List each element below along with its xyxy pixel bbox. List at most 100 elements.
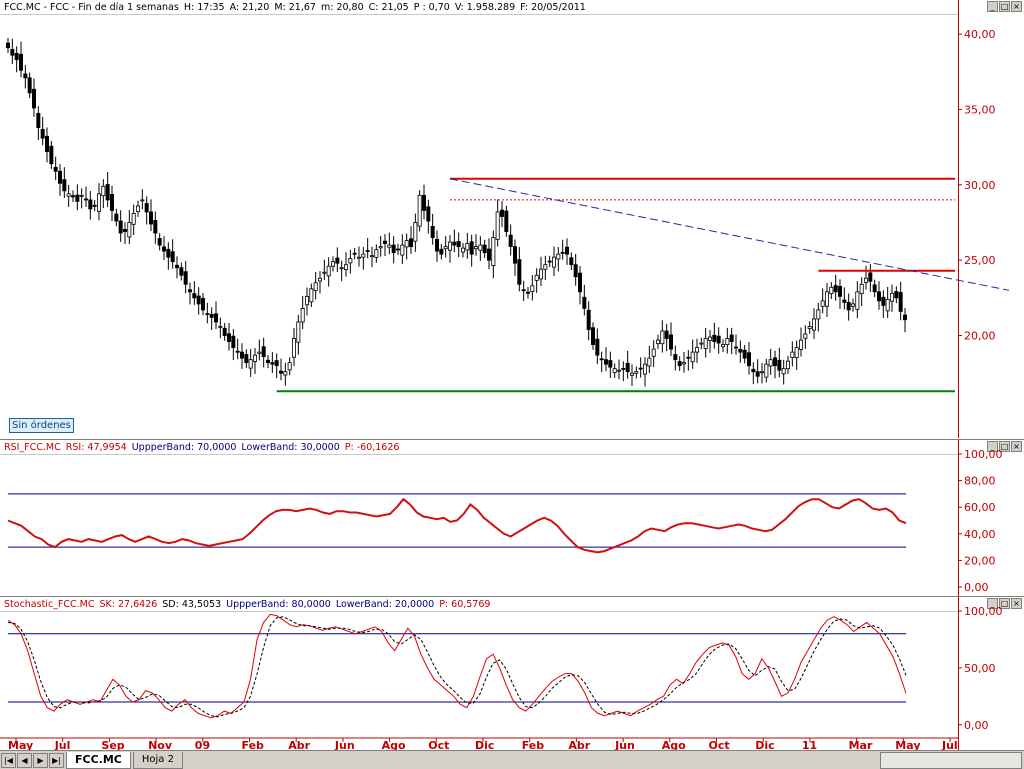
candle-body xyxy=(673,354,678,361)
candle-body xyxy=(565,246,570,255)
candle-body xyxy=(6,42,11,49)
stochastic-chart[interactable]: 100,0050,000,00May Jul Sep Nov 09 Feb Abr Jun Ag… xyxy=(0,597,1024,752)
candle-body xyxy=(157,238,162,246)
candle-body xyxy=(846,301,851,311)
candle-body xyxy=(378,246,383,249)
candle-body xyxy=(742,349,747,359)
price-ytick-label-3: 25,00 xyxy=(964,254,996,267)
candle-body xyxy=(729,334,734,342)
candle-body xyxy=(387,244,392,248)
candle-body xyxy=(617,369,622,372)
last-sheet-icon[interactable]: ▶| xyxy=(49,752,64,768)
candle-body xyxy=(97,193,102,212)
candle-body xyxy=(794,347,799,358)
horizontal-scrollbar[interactable] xyxy=(880,751,1022,769)
candle-body xyxy=(309,288,314,303)
candle-body xyxy=(304,295,309,306)
candle-body xyxy=(543,264,548,270)
candle-body xyxy=(604,359,609,365)
candle-body xyxy=(599,358,604,361)
candle-body xyxy=(40,128,45,139)
candle-body xyxy=(274,360,279,367)
candle-body xyxy=(807,326,812,330)
candle-body xyxy=(270,362,275,365)
price-pane: FCC.MC - FCC - Fin de día 1 semanas H: 17… xyxy=(0,0,1024,438)
candle-body xyxy=(408,238,413,248)
candle-body xyxy=(591,327,596,345)
sheet-bar: |◀ ◀ ▶ ▶| FCC.MC Hoja 2 xyxy=(0,750,1024,769)
candle-body xyxy=(27,77,32,94)
candle-body xyxy=(365,250,370,252)
candle-body xyxy=(842,299,847,303)
candle-body xyxy=(330,261,335,267)
candle-body xyxy=(660,330,665,345)
candle-body xyxy=(287,362,292,371)
candle-body xyxy=(53,166,58,172)
candle-body xyxy=(825,291,830,307)
candle-body xyxy=(135,205,140,213)
candle-body xyxy=(421,194,426,211)
candle-body xyxy=(400,244,405,256)
price-chart[interactable]: 40,00 35,00 30,00 25,00 20,00 xyxy=(0,0,1024,438)
candle-body xyxy=(58,170,63,184)
candle-body xyxy=(495,211,500,240)
candle-body xyxy=(669,334,674,350)
candle-body xyxy=(417,194,422,227)
candle-body xyxy=(712,334,717,342)
price-ytick-label-4: 20,00 xyxy=(964,330,996,343)
candle-body xyxy=(703,338,708,349)
candle-body xyxy=(88,199,93,210)
candle-body xyxy=(473,246,478,250)
stoch-ytick-label-2: 0,00 xyxy=(964,719,989,732)
sheet-tab-hoja2[interactable]: Hoja 2 xyxy=(132,751,183,769)
candle-body xyxy=(578,272,583,293)
candle-body xyxy=(859,283,864,295)
candle-body xyxy=(686,356,691,359)
candle-body xyxy=(452,241,457,246)
rsi-ytick-label-1: 80,00 xyxy=(964,475,996,488)
sheet-tab-fcc[interactable]: FCC.MC xyxy=(66,751,131,769)
candle-body xyxy=(903,314,908,321)
candle-body xyxy=(838,285,843,297)
candle-body xyxy=(582,296,587,309)
orders-badge[interactable]: Sin órdenes xyxy=(9,418,74,433)
candle-body xyxy=(539,268,544,280)
candle-body xyxy=(460,247,465,253)
candle-body xyxy=(469,241,474,255)
candle-body xyxy=(690,351,695,363)
candle-body xyxy=(127,222,132,238)
candle-body xyxy=(23,73,28,79)
stoch-ytick-label-0: 100,00 xyxy=(964,605,1003,618)
rsi-ytick-label-3: 40,00 xyxy=(964,528,996,541)
candle-body xyxy=(382,240,387,244)
candle-body xyxy=(526,291,531,294)
candle-body xyxy=(114,213,119,222)
prev-sheet-icon[interactable]: ◀ xyxy=(17,752,32,768)
candle-body xyxy=(812,318,817,331)
candle-body xyxy=(777,359,782,371)
candle-body xyxy=(625,362,630,373)
candle-body xyxy=(10,49,15,56)
candle-body xyxy=(348,258,353,264)
rsi-pane: RSI_FCC.MC RSI: 47,9954 UppperBand: 70,000… xyxy=(0,439,1024,596)
rsi-ytick-label-2: 60,00 xyxy=(964,501,996,514)
candle-body xyxy=(868,272,873,282)
candle-body xyxy=(283,371,288,376)
first-sheet-icon[interactable]: |◀ xyxy=(1,752,16,768)
candle-body xyxy=(773,357,778,367)
candle-body xyxy=(218,326,223,328)
rsi-chart[interactable]: 100,00 80,00 60,00 40,00 20,00 0,00 xyxy=(0,440,1024,597)
candle-body xyxy=(45,135,50,153)
candle-body xyxy=(634,371,639,374)
candle-body xyxy=(84,198,89,201)
candle-body xyxy=(682,362,687,365)
candle-body xyxy=(166,248,171,258)
candle-body xyxy=(890,292,895,302)
candle-body xyxy=(71,195,76,198)
candle-body xyxy=(66,193,71,197)
next-sheet-icon[interactable]: ▶ xyxy=(33,752,48,768)
candle-body xyxy=(855,291,860,310)
candle-body xyxy=(829,286,834,295)
candle-body xyxy=(877,291,882,302)
candle-body xyxy=(499,209,504,217)
